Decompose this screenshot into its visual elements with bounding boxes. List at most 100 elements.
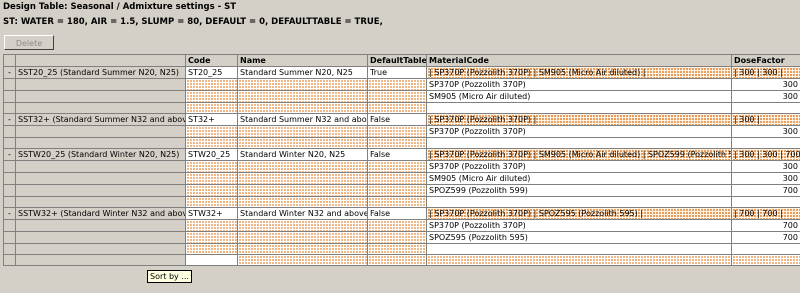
empty-cell[interactable]: [237, 137, 368, 149]
name-cell-empty[interactable]: [237, 219, 368, 232]
row-selector[interactable]: [3, 219, 16, 232]
empty-cell[interactable]: [426, 243, 732, 255]
code-cell[interactable]: ST20_25: [185, 66, 238, 79]
material-row[interactable]: SM905 (Micro Air diluted) 300: [3, 90, 800, 103]
material-cell[interactable]: SP370P (Pozzolith 370P): [426, 78, 732, 91]
new-dose-cell[interactable]: [731, 254, 800, 266]
name-cell-empty[interactable]: [237, 125, 368, 138]
dose-summary-cell[interactable]: | 300 |: [731, 113, 800, 126]
name-cell-empty[interactable]: [237, 90, 368, 103]
group-row[interactable]: - SST32+ (Standard Summer N32 and above) S…: [3, 113, 800, 126]
delete-button[interactable]: Delete: [4, 35, 54, 50]
new-row[interactable]: [3, 254, 800, 266]
new-material-cell[interactable]: [426, 254, 732, 266]
material-cell[interactable]: SP370P (Pozzolith 370P): [426, 219, 732, 232]
empty-cell[interactable]: [185, 102, 238, 114]
group-label[interactable]: SST20_25 (Standard Summer N20, N25): [15, 66, 186, 79]
row-selector[interactable]: [3, 90, 16, 103]
name-cell[interactable]: Standard Winter N32 and above: [237, 207, 368, 220]
dose-cell[interactable]: 300: [731, 172, 800, 185]
empty-cell[interactable]: [426, 102, 732, 114]
name-cell[interactable]: Standard Summer N20, N25: [237, 66, 368, 79]
code-cell-empty[interactable]: [185, 184, 238, 197]
empty-cell[interactable]: [426, 137, 732, 149]
default-table-cell[interactable]: False: [367, 148, 427, 161]
empty-cell[interactable]: [367, 243, 427, 255]
material-cell[interactable]: SPOZ599 (Pozzolith 599): [426, 184, 732, 197]
name-cell[interactable]: Standard Summer N32 and above: [237, 113, 368, 126]
empty-cell[interactable]: [367, 196, 427, 208]
empty-cell[interactable]: [237, 243, 368, 255]
code-cell[interactable]: STW32+: [185, 207, 238, 220]
group-row[interactable]: - SSTW20_25 (Standard Winter N20, N25) STW…: [3, 148, 800, 161]
row-selector[interactable]: [3, 125, 16, 138]
name-cell-empty[interactable]: [237, 231, 368, 244]
dose-summary-cell[interactable]: | 700 | 700 |: [731, 207, 800, 220]
default-table-cell-empty[interactable]: [367, 90, 427, 103]
default-table-cell[interactable]: False: [367, 113, 427, 126]
row-selector[interactable]: [3, 231, 16, 244]
row-selector[interactable]: [3, 102, 16, 114]
material-summary-cell[interactable]: | SP370P (Pozzolith 370P) | SM905 (Micro…: [426, 148, 732, 161]
column-header-name[interactable]: Name: [237, 54, 368, 67]
code-cell-empty[interactable]: [185, 125, 238, 138]
code-cell-empty[interactable]: [185, 160, 238, 173]
dose-cell[interactable]: 300: [731, 90, 800, 103]
empty-cell[interactable]: [185, 243, 238, 255]
empty-cell[interactable]: [731, 196, 800, 208]
group-label[interactable]: SSTW32+ (Standard Winter N32 and above): [15, 207, 186, 220]
row-selector[interactable]: [3, 196, 16, 208]
column-header-dose-factor[interactable]: DoseFactor: [731, 54, 800, 67]
empty-cell[interactable]: [731, 243, 800, 255]
dose-cell[interactable]: 700: [731, 219, 800, 232]
group-row[interactable]: - SSTW32+ (Standard Winter N32 and above)…: [3, 207, 800, 220]
empty-cell[interactable]: [367, 102, 427, 114]
material-cell[interactable]: SP370P (Pozzolith 370P): [426, 125, 732, 138]
name-cell-empty[interactable]: [237, 78, 368, 91]
material-row[interactable]: SPOZ599 (Pozzolith 599) 700: [3, 184, 800, 197]
material-row[interactable]: SP370P (Pozzolith 370P) 300: [3, 78, 800, 91]
column-header-material-code[interactable]: MaterialCode: [426, 54, 732, 67]
default-table-cell-empty[interactable]: [367, 125, 427, 138]
column-header-code[interactable]: Code: [185, 54, 238, 67]
column-header-default-table[interactable]: DefaultTable: [367, 54, 427, 67]
default-table-cell-empty[interactable]: [367, 231, 427, 244]
material-row[interactable]: SM905 (Micro Air diluted) 300: [3, 172, 800, 185]
sort-by-tooltip[interactable]: Sort by ...: [147, 270, 192, 283]
material-row[interactable]: SP370P (Pozzolith 370P) 300: [3, 125, 800, 138]
material-row[interactable]: SP370P (Pozzolith 370P) 700: [3, 219, 800, 232]
default-table-cell-empty[interactable]: [367, 172, 427, 185]
material-cell[interactable]: SPOZ595 (Pozzolith 595): [426, 231, 732, 244]
code-cell-empty[interactable]: [185, 219, 238, 232]
name-cell[interactable]: Standard Winter N20, N25: [237, 148, 368, 161]
name-cell-empty[interactable]: [237, 160, 368, 173]
group-toggle[interactable]: -: [3, 113, 16, 126]
material-row[interactable]: SP370P (Pozzolith 370P) 300: [3, 160, 800, 173]
group-toggle[interactable]: -: [3, 207, 16, 220]
code-cell-empty[interactable]: [185, 90, 238, 103]
group-label[interactable]: SST32+ (Standard Summer N32 and above): [15, 113, 186, 126]
default-table-cell-empty[interactable]: [367, 160, 427, 173]
code-cell-empty[interactable]: [185, 231, 238, 244]
empty-cell[interactable]: [237, 102, 368, 114]
code-cell-empty[interactable]: [185, 172, 238, 185]
material-cell[interactable]: SP370P (Pozzolith 370P): [426, 160, 732, 173]
row-selector[interactable]: [3, 184, 16, 197]
default-table-cell[interactable]: True: [367, 66, 427, 79]
default-table-cell-empty[interactable]: [367, 78, 427, 91]
material-row[interactable]: SPOZ595 (Pozzolith 595) 700: [3, 231, 800, 244]
new-default-cell[interactable]: [367, 254, 427, 266]
group-toggle[interactable]: -: [3, 148, 16, 161]
dose-cell[interactable]: 700: [731, 184, 800, 197]
empty-cell[interactable]: [731, 102, 800, 114]
row-selector[interactable]: [3, 172, 16, 185]
empty-cell[interactable]: [731, 137, 800, 149]
dose-summary-cell[interactable]: | 300 | 300 |: [731, 66, 800, 79]
dose-cell[interactable]: 300: [731, 125, 800, 138]
empty-cell[interactable]: [367, 137, 427, 149]
dose-cell[interactable]: 300: [731, 160, 800, 173]
dose-cell[interactable]: 700: [731, 231, 800, 244]
empty-cell[interactable]: [185, 196, 238, 208]
row-selector[interactable]: [3, 254, 16, 266]
material-summary-cell[interactable]: | SP370P (Pozzolith 370P) |: [426, 113, 732, 126]
